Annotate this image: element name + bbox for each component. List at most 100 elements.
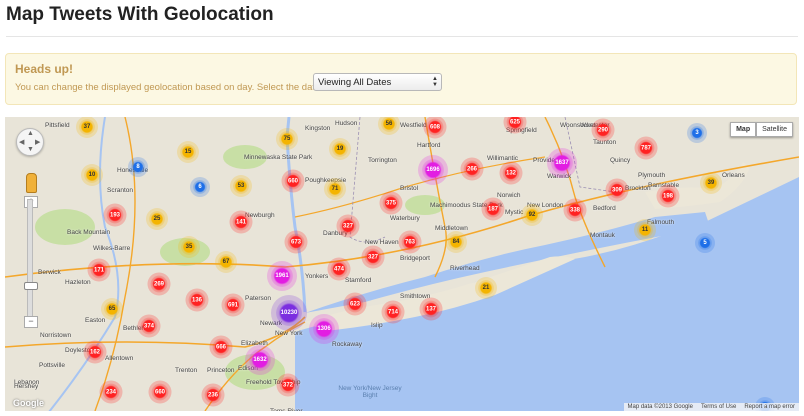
tweet-cluster-marker[interactable]: 171	[90, 261, 108, 279]
tweet-cluster-marker[interactable]: 25	[149, 211, 165, 227]
tweet-cluster-marker[interactable]: 67	[218, 254, 234, 270]
tweet-cluster-marker[interactable]: 5	[698, 236, 712, 250]
tweet-cluster-marker[interactable]: 8	[131, 160, 145, 174]
pegman-icon[interactable]	[26, 173, 37, 193]
tweet-cluster-marker[interactable]: 198	[659, 187, 677, 205]
map-type-satellite-button[interactable]: Satellite	[756, 122, 793, 137]
tweet-cluster-marker[interactable]: 338	[566, 201, 584, 219]
tweet-cluster-marker[interactable]: 1306	[313, 318, 335, 340]
alert-heading: Heads up!	[15, 62, 74, 76]
pan-down-icon: ▼	[27, 146, 34, 153]
map-place-label: Hartford	[417, 142, 441, 149]
tweet-cluster-marker[interactable]: 193	[106, 206, 124, 224]
tweet-cluster-marker[interactable]: 623	[346, 295, 364, 313]
report-error-link[interactable]: Report a map error	[744, 404, 795, 410]
tweet-cluster-marker[interactable]: 763	[401, 233, 419, 251]
tweet-cluster-marker[interactable]: 608	[426, 118, 444, 136]
tweet-cluster-marker[interactable]: 3	[690, 126, 704, 140]
tweet-cluster-marker[interactable]: 6	[193, 180, 207, 194]
map-place-label: Taunton	[593, 139, 617, 146]
map-place-label: Islip	[371, 322, 383, 329]
tweet-cluster-marker[interactable]: 374	[140, 317, 158, 335]
tweet-cluster-marker[interactable]: 1632	[249, 349, 271, 371]
map-type-control: Map Satellite	[730, 122, 793, 137]
map-place-label: Warwick	[547, 173, 572, 180]
tweet-cluster-marker[interactable]: 269	[150, 275, 168, 293]
tweet-cluster-marker[interactable]: 474	[330, 260, 348, 278]
map-place-label: Berwick	[38, 269, 61, 276]
tweet-cluster-marker[interactable]: 141	[232, 213, 250, 231]
map-place-label: Scranton	[107, 187, 134, 194]
tweet-cluster-marker[interactable]: 132	[502, 164, 520, 182]
tweet-cluster-marker[interactable]: 375	[382, 194, 400, 212]
tweet-cluster-marker[interactable]: 187	[484, 200, 502, 218]
tweet-cluster-marker[interactable]: 290	[594, 121, 612, 139]
map-place-label: Trenton	[175, 367, 198, 374]
map-place-label: New York	[275, 330, 303, 337]
map-place-label: Smithtown	[400, 293, 431, 300]
map-place-label: Quincy	[610, 157, 631, 164]
zoom-out-button[interactable]: −	[24, 316, 38, 328]
tweet-cluster-marker[interactable]: 15	[180, 144, 196, 160]
tweet-cluster-marker[interactable]: 691	[224, 296, 242, 314]
tweet-cluster-marker[interactable]: 65	[104, 301, 120, 317]
tweet-cluster-marker[interactable]: 92	[524, 207, 540, 223]
tweet-cluster-marker[interactable]: 21	[478, 280, 494, 296]
map-place-label: Brockton	[625, 185, 651, 192]
tweet-cluster-marker[interactable]: 666	[212, 338, 230, 356]
tweet-cluster-marker[interactable]: 236	[204, 386, 222, 404]
map-place-label: Newburgh	[245, 212, 275, 219]
tweet-cluster-marker[interactable]: 35	[181, 239, 197, 255]
terms-link[interactable]: Terms of Use	[701, 404, 736, 410]
tweet-cluster-marker[interactable]: 136	[188, 291, 206, 309]
tweet-cluster-marker[interactable]: 673	[287, 233, 305, 251]
pan-up-icon: ▲	[27, 130, 34, 137]
pan-right-icon: ▶	[35, 139, 41, 146]
map-place-label: Woonsocket	[560, 122, 596, 129]
map-place-label: Yonkers	[305, 273, 329, 280]
map-place-label: Torrington	[368, 157, 397, 164]
tweet-cluster-marker[interactable]: 1696	[422, 159, 444, 181]
tweet-cluster-marker[interactable]: 787	[637, 139, 655, 157]
map-place-label: Riverhead	[450, 265, 480, 272]
tweet-cluster-marker[interactable]: 327	[364, 248, 382, 266]
map-place-label: Back Mountain	[67, 229, 110, 236]
map-place-label: Orleans	[722, 172, 745, 179]
pan-control[interactable]: ▲ ▼ ◀ ▶	[16, 128, 44, 156]
date-select[interactable]: Viewing All Dates ▲ ▼	[313, 73, 442, 91]
tweet-cluster-marker[interactable]: 309	[608, 181, 626, 199]
tweet-cluster-marker[interactable]: 10230	[276, 300, 302, 326]
map-place-label: Bridgeport	[400, 255, 430, 262]
map-place-label: Mystic	[505, 209, 524, 216]
tweet-cluster-marker[interactable]: 266	[463, 160, 481, 178]
tweet-cluster-marker[interactable]: 71	[327, 181, 343, 197]
tweet-cluster-marker[interactable]: 372	[279, 376, 297, 394]
tweet-cluster-marker[interactable]: 10	[84, 167, 100, 183]
zoom-slider-knob[interactable]	[24, 282, 38, 290]
tweet-cluster-marker[interactable]: 19	[332, 141, 348, 157]
zoom-slider[interactable]	[27, 199, 33, 328]
tweet-cluster-marker[interactable]: 234	[102, 383, 120, 401]
map-place-label: Rockaway	[332, 341, 362, 348]
tweet-cluster-marker[interactable]: 75	[279, 131, 295, 147]
tweet-cluster-marker[interactable]: 1637	[551, 152, 573, 174]
tweet-cluster-marker[interactable]: 714	[384, 303, 402, 321]
tweet-cluster-marker[interactable]: 660	[151, 383, 169, 401]
water-label: New York/New Jersey Bight	[338, 385, 402, 399]
tweet-cluster-marker[interactable]: 84	[448, 234, 464, 250]
map-place-label: Hershey	[14, 383, 39, 390]
tweet-cluster-marker[interactable]: 660	[284, 172, 302, 190]
google-logo[interactable]: Google	[13, 398, 44, 408]
tweet-cluster-marker[interactable]: 39	[703, 175, 719, 191]
map-place-label: Montauk	[590, 232, 615, 239]
map[interactable]: HudsonHonesdaleNewburghDanburyHartfordBr…	[5, 117, 799, 411]
map-type-map-button[interactable]: Map	[730, 122, 757, 137]
tweet-cluster-marker[interactable]: 162	[86, 343, 104, 361]
map-place-label: Elizabeth	[241, 340, 268, 347]
tweet-cluster-marker[interactable]: 1961	[271, 265, 293, 287]
tweet-cluster-marker[interactable]: 11	[637, 222, 653, 238]
tweet-cluster-marker[interactable]: 37	[79, 119, 95, 135]
tweet-cluster-marker[interactable]: 137	[422, 300, 440, 318]
tweet-cluster-marker[interactable]: 53	[233, 178, 249, 194]
tweet-cluster-marker[interactable]: 327	[339, 217, 357, 235]
